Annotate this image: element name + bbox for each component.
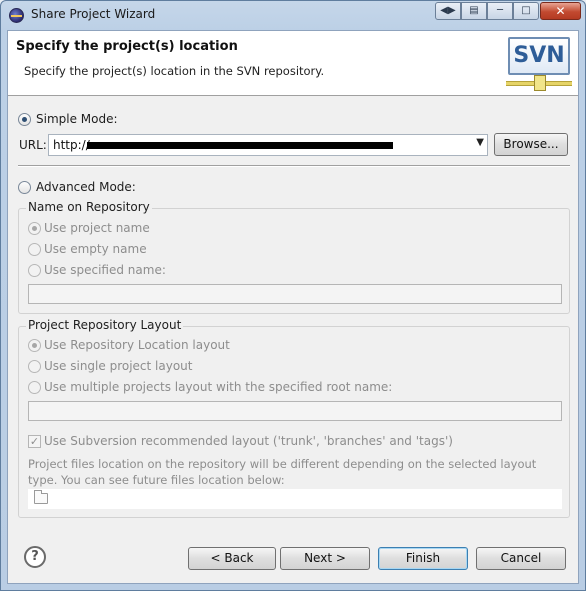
minimize-button[interactable]: ─ bbox=[487, 2, 513, 20]
layout-description: Project files location on the repository… bbox=[28, 457, 537, 487]
use-multiple-projects-layout-radio[interactable] bbox=[28, 381, 41, 394]
dialog-body: Specify the project(s) location Specify … bbox=[7, 30, 579, 584]
use-specified-name-radio[interactable] bbox=[28, 264, 41, 277]
url-combo[interactable]: http:// ▼ bbox=[48, 134, 488, 156]
repository-layout-title: Project Repository Layout bbox=[26, 318, 184, 332]
use-project-name-label[interactable]: Use project name bbox=[44, 221, 150, 235]
svn-logo: SVN bbox=[504, 35, 576, 95]
cancel-button[interactable]: Cancel bbox=[476, 547, 566, 570]
help-icon[interactable]: ? bbox=[24, 546, 46, 568]
title-bar: Share Project Wizard ◀▶ ▤ ─ □ ✕ bbox=[1, 1, 585, 30]
svn-logo-knob bbox=[534, 75, 546, 91]
name-on-repository-title: Name on Repository bbox=[26, 200, 152, 214]
close-button[interactable]: ✕ bbox=[540, 2, 581, 20]
chevron-down-icon[interactable]: ▼ bbox=[476, 137, 484, 148]
svn-logo-text: SVN bbox=[508, 37, 570, 75]
use-repository-location-layout-label[interactable]: Use Repository Location layout bbox=[44, 338, 230, 352]
use-specified-name-label[interactable]: Use specified name: bbox=[44, 263, 166, 277]
root-name-input[interactable] bbox=[28, 401, 562, 421]
url-value[interactable]: http:// bbox=[53, 138, 90, 152]
window-caption-button-2[interactable]: ▤ bbox=[461, 2, 487, 20]
use-project-name-radio[interactable] bbox=[28, 222, 41, 235]
folder-icon bbox=[34, 490, 48, 504]
use-single-project-layout-radio[interactable] bbox=[28, 360, 41, 373]
page-description: Specify the project(s) location in the S… bbox=[24, 64, 325, 78]
future-files-location-tree[interactable] bbox=[28, 489, 562, 509]
use-single-project-layout-label[interactable]: Use single project layout bbox=[44, 359, 192, 373]
next-button[interactable]: Next > bbox=[280, 547, 370, 570]
window-title: Share Project Wizard bbox=[31, 7, 156, 21]
specified-name-input[interactable] bbox=[28, 284, 562, 304]
use-repository-location-layout-radio[interactable] bbox=[28, 339, 41, 352]
wizard-header: Specify the project(s) location Specify … bbox=[8, 31, 578, 96]
mode-separator bbox=[18, 165, 570, 167]
browse-button[interactable]: Browse... bbox=[494, 133, 568, 156]
wizard-window: Share Project Wizard ◀▶ ▤ ─ □ ✕ Specify … bbox=[0, 0, 586, 591]
simple-mode-radio[interactable] bbox=[18, 113, 31, 126]
redacted-url-text bbox=[87, 142, 393, 149]
use-empty-name-radio[interactable] bbox=[28, 243, 41, 256]
advanced-mode-radio[interactable] bbox=[18, 181, 31, 194]
use-multiple-projects-layout-label[interactable]: Use multiple projects layout with the sp… bbox=[44, 380, 392, 394]
advanced-mode-label[interactable]: Advanced Mode: bbox=[36, 180, 136, 194]
window-caption-button-1[interactable]: ◀▶ bbox=[435, 2, 461, 20]
eclipse-icon bbox=[9, 8, 24, 23]
maximize-button[interactable]: □ bbox=[513, 2, 539, 20]
simple-mode-label[interactable]: Simple Mode: bbox=[36, 112, 118, 126]
url-label: URL: bbox=[19, 138, 47, 152]
recommended-layout-checkbox[interactable]: ✓ bbox=[28, 435, 41, 448]
use-empty-name-label[interactable]: Use empty name bbox=[44, 242, 147, 256]
recommended-layout-label[interactable]: Use Subversion recommended layout ('trun… bbox=[44, 434, 453, 448]
finish-button[interactable]: Finish bbox=[378, 547, 468, 570]
back-button[interactable]: < Back bbox=[188, 547, 276, 570]
page-title: Specify the project(s) location bbox=[16, 39, 238, 54]
